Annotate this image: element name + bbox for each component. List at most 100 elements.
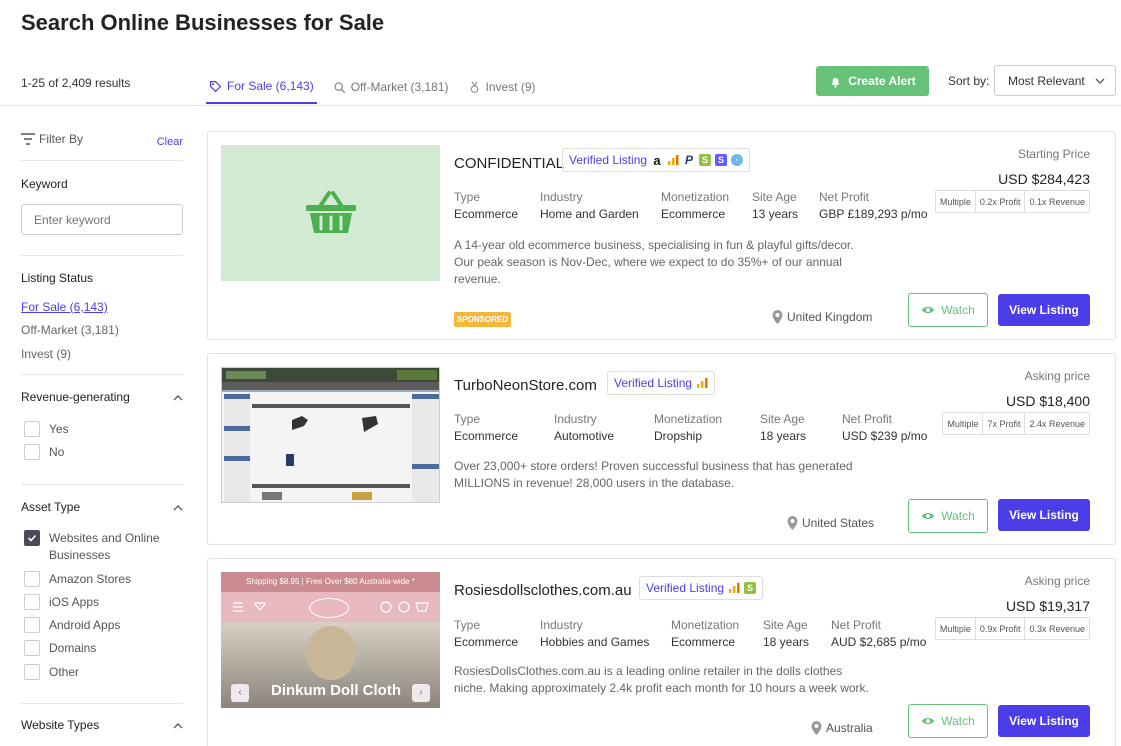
- sort-value: Most Relevant: [1008, 73, 1085, 88]
- listing-title[interactable]: TurboNeonStore.com: [454, 377, 597, 394]
- listing-location: Australia: [811, 721, 873, 735]
- view-listing-button[interactable]: View Listing: [998, 499, 1090, 531]
- view-listing-button[interactable]: View Listing: [998, 294, 1090, 326]
- clear-filters-link[interactable]: Clear: [157, 136, 183, 148]
- keyword-input[interactable]: [21, 204, 183, 235]
- location-pin-icon: [772, 310, 783, 324]
- checkbox-box: [24, 571, 40, 587]
- tab-for-sale[interactable]: For Sale (6,143): [206, 70, 317, 104]
- listing-status-heading: Listing Status: [21, 271, 94, 285]
- sort-select[interactable]: Most Relevant: [994, 65, 1116, 96]
- asset-ios-checkbox[interactable]: iOS Apps: [24, 594, 99, 611]
- listing-description: RosiesDollsClothes.com.au is a leading o…: [454, 664, 869, 695]
- divider: [21, 703, 183, 704]
- status-invest-link[interactable]: Invest (9): [21, 347, 71, 361]
- doll-image: [306, 626, 356, 680]
- meta-value: Ecommerce: [671, 635, 736, 649]
- checkbox-label: iOS Apps: [49, 595, 100, 609]
- checkbox-box: [24, 594, 40, 610]
- shopify-icon: S: [699, 154, 712, 166]
- chevron-up-icon[interactable]: [173, 393, 183, 403]
- carousel-next-button[interactable]: ›: [412, 684, 430, 702]
- thumb-nav: [221, 592, 440, 622]
- chevron-up-icon[interactable]: [173, 503, 183, 513]
- analytics-icon: [729, 583, 740, 593]
- meta-key: Industry: [540, 190, 583, 204]
- website-types-heading: Website Types: [21, 718, 100, 732]
- revenue-yes-checkbox[interactable]: Yes: [24, 421, 69, 438]
- multiples: Multiple 0.2x Profit 0.1x Revenue: [934, 190, 1090, 213]
- watch-label: Watch: [941, 303, 975, 317]
- listing-card[interactable]: Shipping $8.95 | Free Over $80 Australia…: [207, 558, 1116, 746]
- meta-key: Site Age: [760, 412, 805, 426]
- verified-badge: Verified Listing a P S S ·: [562, 148, 751, 172]
- listing-description: A 14-year old ecommerce business, specia…: [454, 238, 854, 286]
- verified-label: Verified Listing: [569, 153, 648, 167]
- meta-key: Net Profit: [819, 190, 870, 204]
- meta-type: Type Ecommerce: [454, 190, 518, 221]
- create-alert-button[interactable]: Create Alert: [816, 66, 929, 96]
- checkbox-box: [24, 530, 40, 546]
- meta-key: Site Age: [752, 190, 797, 204]
- watch-button[interactable]: Watch: [908, 499, 988, 533]
- chevron-up-icon[interactable]: [173, 721, 183, 731]
- medal-icon: [470, 81, 478, 93]
- watch-button[interactable]: Watch: [908, 293, 988, 327]
- verified-label: Verified Listing: [646, 581, 725, 595]
- tag-icon: [210, 80, 222, 92]
- checkbox-label: Domains: [49, 641, 97, 655]
- menu-icon: [233, 602, 266, 612]
- checkbox-label: Other: [49, 665, 80, 679]
- listing-title[interactable]: CONFIDENTIAL: [454, 155, 564, 172]
- listing-thumbnail[interactable]: [221, 145, 440, 281]
- status-off-market-link[interactable]: Off-Market (3,181): [21, 323, 119, 337]
- tab-invest[interactable]: Invest (9): [465, 70, 539, 104]
- listing-price: USD $284,423: [998, 171, 1090, 187]
- asset-domains-checkbox[interactable]: Domains: [24, 640, 96, 657]
- asset-amazon-checkbox[interactable]: Amazon Stores: [24, 571, 131, 588]
- meta-key: Site Age: [763, 618, 808, 632]
- eye-icon: [922, 307, 935, 313]
- sponsored-badge: SPONSORED: [454, 312, 512, 327]
- tab-label: Off-Market (3,181): [350, 80, 449, 94]
- listing-title[interactable]: Rosiesdollsclothes.com.au: [454, 582, 632, 599]
- asset-other-checkbox[interactable]: Other: [24, 664, 79, 681]
- search-icon: [334, 81, 345, 93]
- meta-value: AUD $2,685 p/mo: [831, 635, 927, 649]
- meta-value: GBP £189,293 p/mo: [819, 207, 928, 221]
- verified-label: Verified Listing: [614, 376, 693, 390]
- thumb-caption: Dinkum Doll Cloth: [271, 682, 401, 699]
- listing-card[interactable]: CONFIDENTIAL Verified Listing a P S S · …: [207, 131, 1116, 340]
- checkbox-label: No: [49, 445, 65, 459]
- filter-by-label: Filter By: [39, 132, 84, 146]
- meta-site-age: Site Age 18 years: [760, 412, 806, 443]
- asset-android-checkbox[interactable]: Android Apps: [24, 617, 120, 634]
- multiple-label: Multiple: [936, 618, 976, 639]
- meta-type: Type Ecommerce: [454, 412, 518, 443]
- divider: [21, 484, 183, 485]
- listing-card[interactable]: TurboNeonStore.com Verified Listing Type…: [207, 353, 1116, 545]
- meta-key: Type: [454, 190, 481, 204]
- listing-thumbnail[interactable]: [221, 367, 440, 503]
- meta-value: 18 years: [760, 429, 807, 443]
- checkbox-box: [24, 640, 40, 656]
- bell-icon: [831, 77, 840, 88]
- listing-thumbnail[interactable]: Shipping $8.95 | Free Over $80 Australia…: [221, 572, 440, 708]
- store-logo: [309, 598, 349, 618]
- location-pin-icon: [811, 721, 822, 735]
- revenue-no-checkbox[interactable]: No: [24, 444, 64, 461]
- checkbox-label: Amazon Stores: [49, 572, 132, 586]
- checkbox-box: [24, 421, 40, 437]
- carousel-prev-button[interactable]: ‹: [231, 684, 249, 702]
- account-icons: [380, 601, 429, 613]
- sort-label: Sort by:: [948, 74, 990, 88]
- divider: [21, 374, 183, 375]
- basket-icon: [305, 191, 356, 233]
- watch-button[interactable]: Watch: [908, 704, 988, 738]
- asset-websites-checkbox[interactable]: Websites and Online Businesses: [24, 530, 164, 564]
- status-for-sale-link[interactable]: For Sale (6,143): [21, 300, 108, 314]
- view-listing-button[interactable]: View Listing: [998, 705, 1090, 737]
- tab-off-market[interactable]: Off-Market (3,181): [330, 70, 452, 104]
- eye-icon: [922, 718, 935, 724]
- meta-key: Type: [454, 618, 481, 632]
